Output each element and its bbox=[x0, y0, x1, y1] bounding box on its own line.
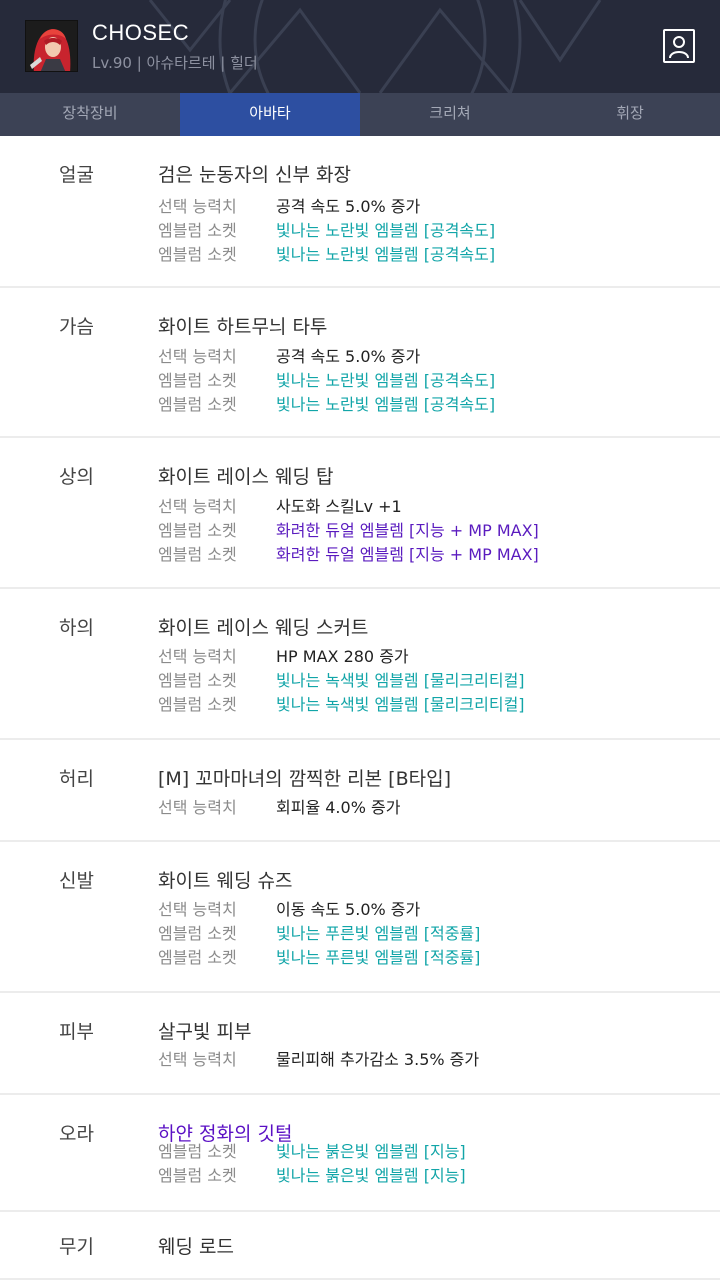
tab-creature[interactable]: 크리쳐 bbox=[360, 93, 540, 136]
slot-label: 상의 bbox=[59, 466, 94, 488]
emblem-label: 엠블럼 소켓 bbox=[158, 1166, 237, 1185]
emblem-label: 엠블럼 소켓 bbox=[158, 1142, 237, 1161]
emblem-value: 빛나는 푸른빛 엠블렘 [적중률] bbox=[276, 924, 481, 943]
emblem-value: 빛나는 붉은빛 엠블렘 [지능] bbox=[276, 1142, 466, 1161]
avatar-row-shoes: 신발 화이트 웨딩 슈즈 선택 능력치 이동 속도 5.0% 증가 엠블럼 소켓 빛… bbox=[0, 842, 720, 993]
stat-label: 선택 능력치 bbox=[158, 497, 237, 516]
tab-bar: 장착장비 아바타 크리쳐 휘장 bbox=[0, 93, 720, 136]
profile-icon bbox=[669, 36, 689, 59]
stat-line: 선택 능력치 공격 속도 5.0% 증가 bbox=[158, 195, 420, 219]
avatar-row-skin: 피부 살구빛 피부 선택 능력치 물리피해 추가감소 3.5% 증가 bbox=[0, 993, 720, 1095]
emblem-line: 엠블럼 소켓 빛나는 붉은빛 엠블렘 [지능] bbox=[158, 1164, 466, 1188]
stat-value: HP MAX 280 증가 bbox=[276, 647, 409, 666]
emblem-label: 엠블럼 소켓 bbox=[158, 545, 237, 564]
character-name: CHOSEC bbox=[92, 20, 190, 45]
item-name: 검은 눈동자의 신부 화장 bbox=[158, 164, 351, 186]
profile-button[interactable] bbox=[663, 29, 695, 63]
avatar-row-aura: 오라 하얀 정화의 깃털 엠블럼 소켓 빛나는 붉은빛 엠블렘 [지능] 엠블럼 … bbox=[0, 1095, 720, 1212]
slot-label: 가슴 bbox=[59, 316, 94, 338]
avatar-item-list: 얼굴 검은 눈동자의 신부 화장 선택 능력치 공격 속도 5.0% 증가 엠블럼… bbox=[0, 136, 720, 1280]
emblem-value: 빛나는 푸른빛 엠블렘 [적중률] bbox=[276, 948, 481, 967]
emblem-label: 엠블럼 소켓 bbox=[158, 521, 237, 540]
stat-label: 선택 능력치 bbox=[158, 347, 237, 366]
stat-label: 선택 능력치 bbox=[158, 647, 237, 666]
stat-line: 선택 능력치 이동 속도 5.0% 증가 bbox=[158, 898, 420, 922]
tab-equipment[interactable]: 장착장비 bbox=[0, 93, 180, 136]
emblem-label: 엠블럼 소켓 bbox=[158, 948, 237, 967]
emblem-label: 엠블럼 소켓 bbox=[158, 395, 237, 414]
emblem-label: 엠블럼 소켓 bbox=[158, 695, 237, 714]
emblem-line: 엠블럼 소켓 빛나는 노란빛 엠블렘 [공격속도] bbox=[158, 219, 495, 243]
profile-header: CHOSEC Lv.90 | 아슈타르테 | 힐더 bbox=[0, 0, 720, 93]
stat-line: 선택 능력치 사도화 스킬Lv +1 bbox=[158, 495, 402, 519]
stat-value: 물리피해 추가감소 3.5% 증가 bbox=[276, 1050, 480, 1069]
character-avatar[interactable] bbox=[25, 20, 78, 72]
stat-line: 선택 능력치 공격 속도 5.0% 증가 bbox=[158, 345, 420, 369]
emblem-label: 엠블럼 소켓 bbox=[158, 671, 237, 690]
item-name: 화이트 레이스 웨딩 탑 bbox=[158, 466, 334, 488]
emblem-value: 빛나는 붉은빛 엠블렘 [지능] bbox=[276, 1166, 466, 1185]
emblem-line: 엠블럼 소켓 빛나는 노란빛 엠블렘 [공격속도] bbox=[158, 393, 495, 417]
stat-line: 선택 능력치 회피율 4.0% 증가 bbox=[158, 796, 400, 820]
tab-avatar[interactable]: 아바타 bbox=[180, 93, 360, 136]
character-portrait-icon bbox=[26, 21, 77, 71]
item-name: 화이트 레이스 웨딩 스커트 bbox=[158, 617, 369, 639]
emblem-line: 엠블럼 소켓 빛나는 푸른빛 엠블렘 [적중률] bbox=[158, 946, 480, 970]
avatar-row-top: 상의 화이트 레이스 웨딩 탑 선택 능력치 사도화 스킬Lv +1 엠블럼 소켓… bbox=[0, 438, 720, 589]
emblem-line: 엠블럼 소켓 빛나는 녹색빛 엠블렘 [물리크리티컬] bbox=[158, 693, 525, 717]
stat-value: 사도화 스킬Lv +1 bbox=[276, 497, 402, 516]
stat-label: 선택 능력치 bbox=[158, 1050, 237, 1069]
item-name: [M] 꼬마마녀의 깜찍한 리본 [B타입] bbox=[158, 768, 451, 790]
stat-value: 회피율 4.0% 증가 bbox=[276, 798, 401, 817]
avatar-row-chest: 가슴 화이트 하트무늬 타투 선택 능력치 공격 속도 5.0% 증가 엠블럼 소… bbox=[0, 288, 720, 438]
stat-value: 공격 속도 5.0% 증가 bbox=[276, 347, 421, 366]
avatar-row-face: 얼굴 검은 눈동자의 신부 화장 선택 능력치 공격 속도 5.0% 증가 엠블럼… bbox=[0, 136, 720, 288]
emblem-line: 엠블럼 소켓 빛나는 푸른빛 엠블렘 [적중률] bbox=[158, 922, 480, 946]
stat-label: 선택 능력치 bbox=[158, 798, 237, 817]
emblem-label: 엠블럼 소켓 bbox=[158, 221, 237, 240]
character-info: Lv.90 | 아슈타르테 | 힐더 bbox=[92, 54, 258, 72]
emblem-line: 엠블럼 소켓 화려한 듀얼 엠블렘 [지능 + MP MAX] bbox=[158, 519, 539, 543]
emblem-line: 엠블럼 소켓 빛나는 노란빛 엠블렘 [공격속도] bbox=[158, 243, 495, 267]
stat-value: 공격 속도 5.0% 증가 bbox=[276, 197, 421, 216]
slot-label: 무기 bbox=[59, 1236, 94, 1258]
stat-label: 선택 능력치 bbox=[158, 900, 237, 919]
emblem-value: 빛나는 노란빛 엠블렘 [공격속도] bbox=[276, 221, 496, 240]
emblem-value: 빛나는 노란빛 엠블렘 [공격속도] bbox=[276, 245, 496, 264]
item-name: 웨딩 로드 bbox=[158, 1236, 234, 1258]
slot-label: 피부 bbox=[59, 1021, 94, 1043]
emblem-label: 엠블럼 소켓 bbox=[158, 245, 237, 264]
emblem-line: 엠블럼 소켓 빛나는 녹색빛 엠블렘 [물리크리티컬] bbox=[158, 669, 525, 693]
emblem-line: 엠블럼 소켓 화려한 듀얼 엠블렘 [지능 + MP MAX] bbox=[158, 543, 539, 567]
avatar-row-bottom: 하의 화이트 레이스 웨딩 스커트 선택 능력치 HP MAX 280 증가 엠블… bbox=[0, 589, 720, 740]
emblem-value: 빛나는 녹색빛 엠블렘 [물리크리티컬] bbox=[276, 671, 525, 690]
stat-value: 이동 속도 5.0% 증가 bbox=[276, 900, 421, 919]
slot-label: 얼굴 bbox=[59, 164, 94, 186]
emblem-value: 빛나는 노란빛 엠블렘 [공격속도] bbox=[276, 371, 496, 390]
emblem-line: 엠블럼 소켓 빛나는 붉은빛 엠블렘 [지능] bbox=[158, 1140, 466, 1164]
emblem-label: 엠블럼 소켓 bbox=[158, 371, 237, 390]
slot-label: 하의 bbox=[59, 617, 94, 639]
emblem-value: 빛나는 녹색빛 엠블렘 [물리크리티컬] bbox=[276, 695, 525, 714]
emblem-line: 엠블럼 소켓 빛나는 노란빛 엠블렘 [공격속도] bbox=[158, 369, 495, 393]
avatar-row-weapon: 무기 웨딩 로드 bbox=[0, 1212, 720, 1280]
item-name: 화이트 하트무늬 타투 bbox=[158, 316, 328, 338]
slot-label: 신발 bbox=[59, 870, 94, 892]
slot-label: 허리 bbox=[59, 768, 94, 790]
slot-label: 오라 bbox=[59, 1123, 94, 1145]
header-pattern-decoration bbox=[148, 0, 602, 93]
item-name: 화이트 웨딩 슈즈 bbox=[158, 870, 293, 892]
avatar-row-waist: 허리 [M] 꼬마마녀의 깜찍한 리본 [B타입] 선택 능력치 회피율 4.0%… bbox=[0, 740, 720, 842]
emblem-value: 화려한 듀얼 엠블렘 [지능 + MP MAX] bbox=[276, 521, 539, 540]
stat-line: 선택 능력치 물리피해 추가감소 3.5% 증가 bbox=[158, 1048, 479, 1072]
emblem-value: 화려한 듀얼 엠블렘 [지능 + MP MAX] bbox=[276, 545, 539, 564]
item-name: 살구빛 피부 bbox=[158, 1021, 252, 1043]
tab-insignia[interactable]: 휘장 bbox=[540, 93, 720, 136]
stat-label: 선택 능력치 bbox=[158, 197, 237, 216]
emblem-label: 엠블럼 소켓 bbox=[158, 924, 237, 943]
stat-line: 선택 능력치 HP MAX 280 증가 bbox=[158, 645, 409, 669]
emblem-value: 빛나는 노란빛 엠블렘 [공격속도] bbox=[276, 395, 496, 414]
